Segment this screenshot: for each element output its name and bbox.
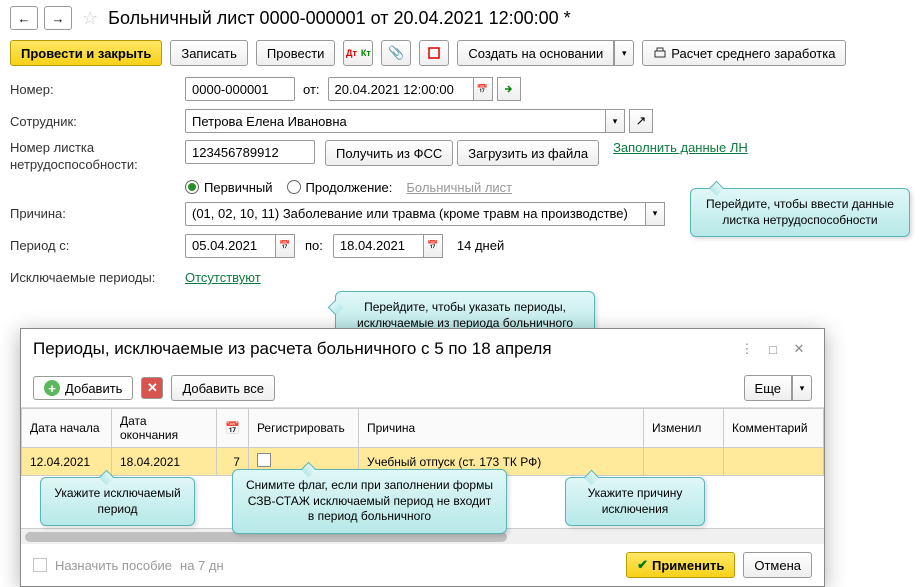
- sheet-no-label: Номер листка нетрудоспособности:: [10, 140, 185, 174]
- register-checkbox[interactable]: [257, 453, 271, 467]
- employee-field[interactable]: [185, 109, 605, 133]
- nav-fwd-button[interactable]: →: [44, 6, 72, 30]
- cancel-button[interactable]: Отмена: [743, 552, 812, 578]
- reason-label: Причина:: [10, 206, 185, 221]
- col-end[interactable]: Дата окончания: [112, 409, 217, 448]
- periods-table: Дата начала Дата окончания 📅 Регистриров…: [21, 408, 824, 476]
- dialog-title: Периоды, исключаемые из расчета больничн…: [33, 339, 734, 359]
- post-close-button[interactable]: Провести и закрыть: [10, 40, 162, 66]
- close-icon[interactable]: ✕: [786, 337, 812, 361]
- col-comment[interactable]: Комментарий: [724, 409, 824, 448]
- period-from-label: Период с:: [10, 238, 185, 253]
- post-button[interactable]: Провести: [256, 40, 336, 66]
- col-reason[interactable]: Причина: [358, 409, 643, 448]
- add-button[interactable]: + Добавить: [33, 376, 133, 400]
- add-all-button[interactable]: Добавить все: [171, 375, 275, 401]
- get-fss-button[interactable]: Получить из ФСС: [325, 140, 453, 166]
- page-title: Больничный лист 0000-000001 от 20.04.202…: [108, 8, 571, 29]
- chevron-down-icon[interactable]: ▾: [645, 202, 665, 226]
- calendar-icon[interactable]: 📅: [275, 234, 295, 258]
- callout-reason: Укажите причину исключения: [565, 477, 705, 526]
- days-text: 14 дней: [457, 238, 504, 253]
- printer-icon: [653, 46, 667, 60]
- action-icon[interactable]: [497, 77, 521, 101]
- dt-kt-icon[interactable]: ДтКт: [343, 40, 373, 66]
- more-dropdown[interactable]: Еще ▾: [744, 375, 812, 401]
- period-from-field[interactable]: [185, 234, 275, 258]
- calendar-icon[interactable]: 📅: [473, 77, 493, 101]
- employee-label: Сотрудник:: [10, 114, 185, 129]
- favorite-icon[interactable]: ☆: [82, 8, 98, 29]
- create-based-dropdown[interactable]: Создать на основании ▾: [457, 40, 634, 66]
- fill-ln-link[interactable]: Заполнить данные ЛН: [613, 140, 748, 155]
- number-field[interactable]: [185, 77, 295, 101]
- col-days[interactable]: 📅: [217, 409, 249, 448]
- date-from-label: от:: [303, 82, 320, 97]
- load-file-button[interactable]: Загрузить из файла: [457, 140, 599, 166]
- attach-icon[interactable]: 📎: [381, 40, 411, 66]
- plus-icon: +: [44, 380, 60, 396]
- calendar-icon[interactable]: 📅: [423, 234, 443, 258]
- continuation-radio[interactable]: Продолжение:: [287, 180, 393, 195]
- primary-radio[interactable]: Первичный: [185, 180, 273, 195]
- open-icon[interactable]: ↗: [629, 109, 653, 133]
- callout-fill-ln: Перейдите, чтобы ввести данные листка не…: [690, 188, 910, 237]
- col-changed[interactable]: Изменил: [644, 409, 724, 448]
- period-to-label: по:: [305, 238, 323, 253]
- excluded-link[interactable]: Отсутствуют: [185, 270, 261, 285]
- write-button[interactable]: Записать: [170, 40, 248, 66]
- callout-period: Укажите исключаемый период: [40, 477, 195, 526]
- delete-button[interactable]: ✕: [141, 377, 163, 399]
- calc-avg-button[interactable]: Расчет среднего заработка: [642, 40, 846, 66]
- excluded-label: Исключаемые периоды:: [10, 270, 185, 285]
- number-label: Номер:: [10, 82, 185, 97]
- more-icon[interactable]: ⋮: [734, 337, 760, 361]
- assign-checkbox[interactable]: [33, 558, 47, 572]
- continuation-link: Больничный лист: [406, 180, 512, 195]
- assign-label: Назначить пособие: [55, 558, 172, 573]
- stamp-icon[interactable]: [419, 40, 449, 66]
- chevron-down-icon[interactable]: ▾: [605, 109, 625, 133]
- sheet-no-field[interactable]: [185, 140, 315, 164]
- excluded-periods-dialog: Периоды, исключаемые из расчета больничн…: [20, 328, 825, 587]
- period-to-field[interactable]: [333, 234, 423, 258]
- apply-button[interactable]: ✔ Применить: [626, 552, 735, 578]
- col-start[interactable]: Дата начала: [22, 409, 112, 448]
- callout-register: Снимите флаг, если при заполнении формы …: [232, 469, 507, 534]
- maximize-icon[interactable]: □: [760, 337, 786, 361]
- reason-field[interactable]: [185, 202, 645, 226]
- nav-back-button[interactable]: ←: [10, 6, 38, 30]
- col-register[interactable]: Регистрировать: [248, 409, 358, 448]
- date-field[interactable]: [328, 77, 473, 101]
